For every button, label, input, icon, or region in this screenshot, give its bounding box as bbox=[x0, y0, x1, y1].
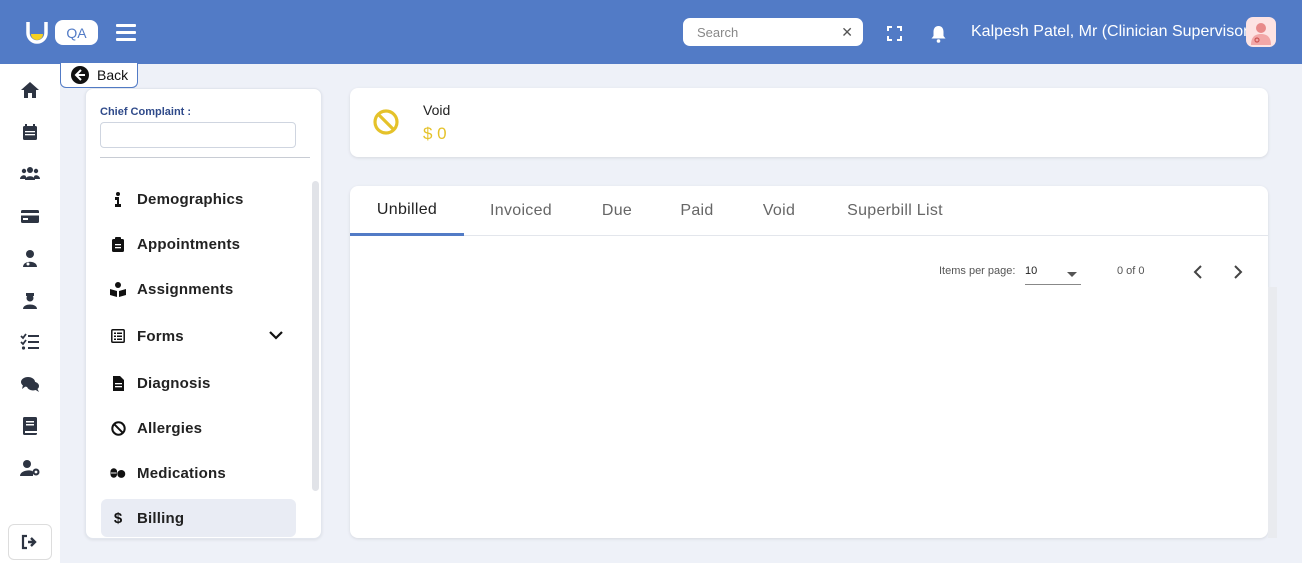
menu-item-assignments[interactable]: Assignments bbox=[101, 270, 296, 308]
book-icon[interactable] bbox=[20, 416, 40, 436]
search-input[interactable] bbox=[697, 24, 827, 40]
chief-complaint-input[interactable] bbox=[100, 122, 296, 148]
logout-button[interactable] bbox=[8, 524, 52, 560]
divider bbox=[100, 157, 310, 158]
nav-rail bbox=[0, 64, 60, 563]
menu-item-label: Demographics bbox=[137, 190, 244, 208]
items-per-page-value: 10 bbox=[1025, 265, 1038, 277]
tab-superbill-list[interactable]: Superbill List bbox=[833, 186, 957, 236]
user-md-icon[interactable] bbox=[20, 248, 40, 268]
items-per-page-select[interactable]: 10 bbox=[1025, 261, 1081, 285]
info-icon bbox=[110, 191, 126, 207]
ban-icon bbox=[110, 420, 126, 436]
user-nurse-icon[interactable] bbox=[20, 290, 40, 310]
doctor-avatar-icon bbox=[1251, 23, 1271, 45]
menu-item-label: Allergies bbox=[137, 419, 203, 437]
menu-item-label: Billing bbox=[137, 509, 185, 527]
menu-toggle-icon[interactable] bbox=[116, 24, 136, 42]
search-field[interactable]: ✕ bbox=[683, 18, 863, 46]
menu-item-forms[interactable]: Forms bbox=[101, 317, 296, 355]
menu-item-label: Appointments bbox=[137, 235, 241, 253]
menu-scrollbar[interactable] bbox=[312, 181, 319, 491]
tab-bar: Unbilled Invoiced Due Paid Void Superbil… bbox=[350, 186, 1268, 236]
environment-badge: QA bbox=[55, 20, 98, 45]
menu-item-label: Medications bbox=[137, 464, 226, 482]
tab-invoiced[interactable]: Invoiced bbox=[475, 186, 567, 236]
users-icon[interactable] bbox=[20, 164, 40, 184]
task-list-icon[interactable] bbox=[20, 332, 40, 352]
dollar-icon: $ bbox=[113, 509, 123, 527]
notification-bell-icon[interactable] bbox=[930, 25, 947, 43]
patient-menu-panel: Chief Complaint : Demographics Appointme… bbox=[85, 88, 322, 539]
top-bar: QA ✕ Kalpesh Patel, Mr (Clinician Superv… bbox=[0, 0, 1302, 64]
app-logo[interactable] bbox=[26, 20, 48, 44]
void-amount: $ 0 bbox=[423, 124, 447, 143]
menu-item-diagnosis[interactable]: Diagnosis bbox=[101, 364, 296, 402]
tab-unbilled[interactable]: Unbilled bbox=[350, 186, 464, 236]
fullscreen-icon[interactable] bbox=[887, 26, 902, 41]
credit-card-icon[interactable] bbox=[20, 206, 40, 226]
menu-item-medications[interactable]: Medications bbox=[101, 454, 296, 492]
file-icon bbox=[110, 375, 126, 391]
calendar-icon[interactable] bbox=[20, 122, 40, 142]
menu-item-label: Forms bbox=[137, 327, 184, 345]
previous-page-icon[interactable] bbox=[1191, 264, 1205, 280]
menu-item-label: Assignments bbox=[137, 280, 234, 298]
billing-tabs-card: Unbilled Invoiced Due Paid Void Superbil… bbox=[350, 186, 1268, 538]
tab-void[interactable]: Void bbox=[748, 186, 810, 236]
form-icon bbox=[110, 328, 126, 344]
user-cog-icon[interactable] bbox=[20, 458, 40, 478]
home-icon[interactable] bbox=[20, 80, 40, 100]
pills-icon bbox=[110, 465, 126, 481]
user-avatar[interactable] bbox=[1246, 17, 1276, 47]
content-scrollbar[interactable] bbox=[1268, 287, 1277, 538]
menu-item-billing[interactable]: $ Billing bbox=[101, 499, 296, 537]
user-name[interactable]: Kalpesh Patel, Mr (Clinician Supervisor) bbox=[971, 23, 1254, 41]
back-label: Back bbox=[97, 67, 129, 83]
book-reader-icon bbox=[110, 281, 126, 297]
tab-paid[interactable]: Paid bbox=[668, 186, 726, 236]
pagination-range: 0 of 0 bbox=[1117, 265, 1145, 277]
back-button[interactable]: Back bbox=[60, 63, 138, 88]
menu-item-appointments[interactable]: Appointments bbox=[101, 225, 296, 263]
menu-item-allergies[interactable]: Allergies bbox=[101, 409, 296, 447]
logout-icon bbox=[21, 534, 37, 550]
chevron-down-icon[interactable] bbox=[268, 329, 284, 341]
tab-due[interactable]: Due bbox=[587, 186, 647, 236]
ban-icon bbox=[373, 109, 399, 135]
clear-search-icon[interactable]: ✕ bbox=[841, 24, 853, 41]
items-per-page-label: Items per page: bbox=[939, 265, 1016, 277]
clipboard-icon bbox=[110, 236, 126, 252]
arrow-left-circle-icon bbox=[71, 66, 89, 84]
void-summary-card: Void $ 0 bbox=[350, 88, 1268, 157]
menu-item-demographics[interactable]: Demographics bbox=[101, 180, 296, 218]
chief-complaint-label: Chief Complaint : bbox=[100, 106, 192, 118]
next-page-icon[interactable] bbox=[1231, 264, 1245, 280]
void-title: Void bbox=[423, 102, 451, 118]
comments-icon[interactable] bbox=[20, 374, 40, 394]
menu-item-label: Diagnosis bbox=[137, 374, 211, 392]
caret-down-icon bbox=[1067, 272, 1077, 277]
